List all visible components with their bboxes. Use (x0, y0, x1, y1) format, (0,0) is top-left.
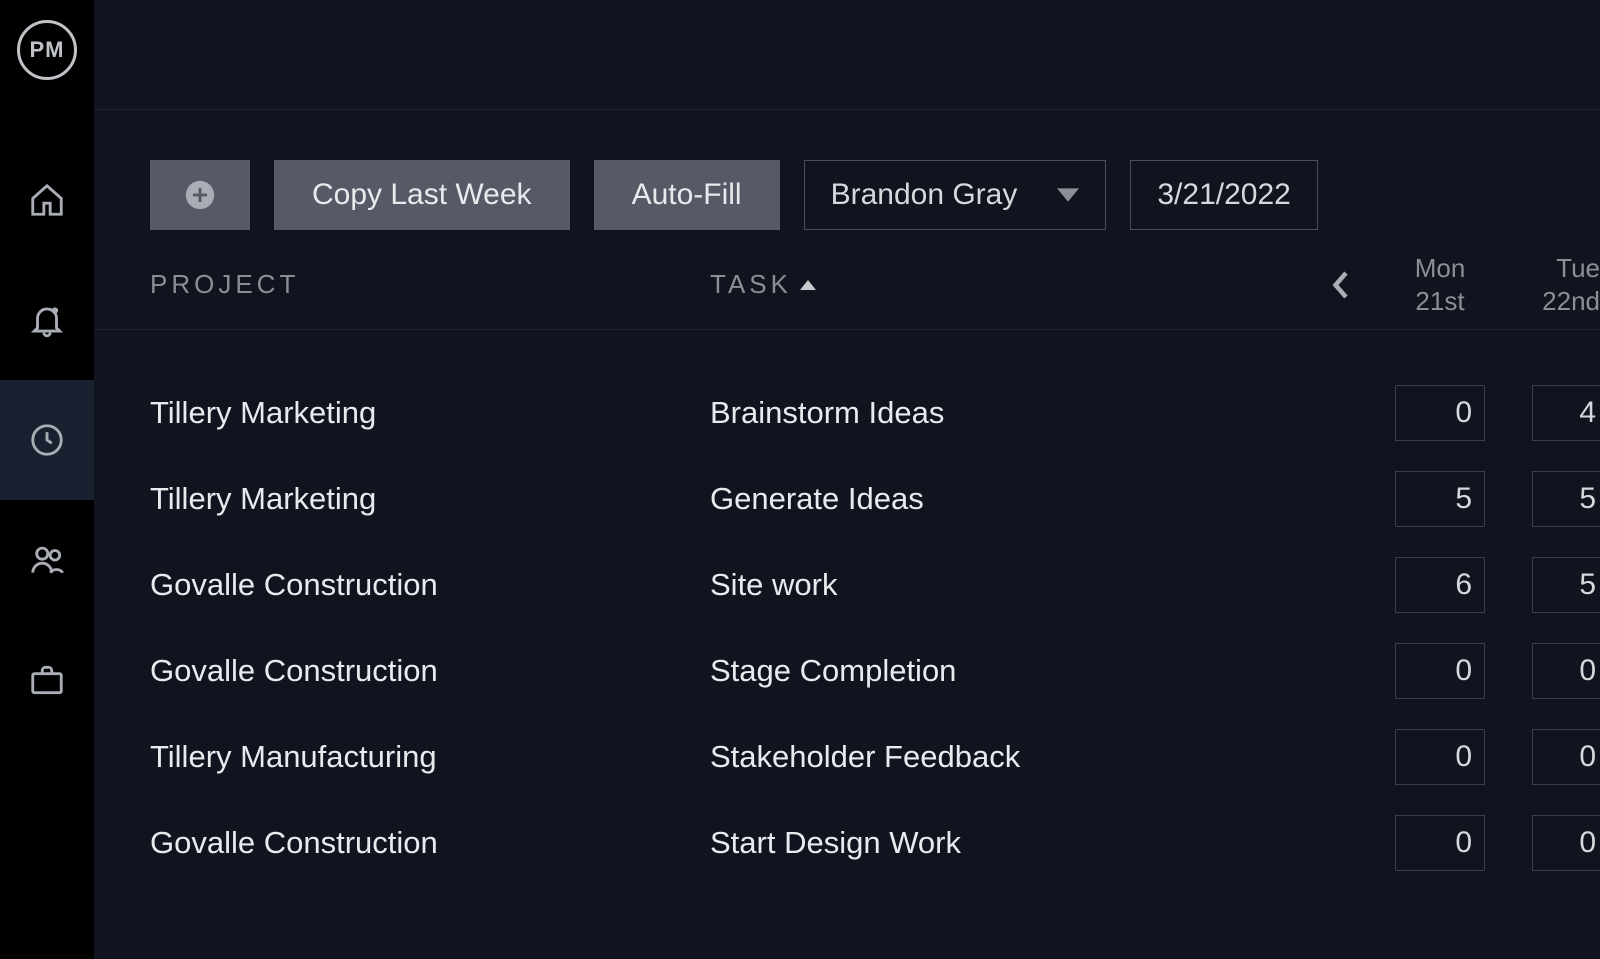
cell-project: Tillery Manufacturing (150, 739, 710, 775)
copy-last-week-button[interactable]: Copy Last Week (274, 160, 570, 230)
add-row-button[interactable] (150, 160, 250, 230)
nav-people[interactable] (0, 500, 94, 620)
topbar (94, 0, 1600, 110)
hours-input-mon[interactable]: 0 (1395, 643, 1485, 699)
hours-input-mon[interactable]: 0 (1395, 729, 1485, 785)
hours-input-tue[interactable]: 0 (1532, 815, 1600, 871)
column-task-label: TASK (710, 269, 792, 300)
table-header: PROJECT TASK Mon 21st Tue 22nd (94, 240, 1600, 330)
hours-input-mon[interactable]: 6 (1395, 557, 1485, 613)
bell-icon (28, 301, 66, 339)
cell-task: Generate Ideas (710, 481, 1310, 517)
cell-project: Govalle Construction (150, 653, 710, 689)
clock-icon (28, 421, 66, 459)
hours-input-tue[interactable]: 4 (1532, 385, 1600, 441)
cell-task: Brainstorm Ideas (710, 395, 1310, 431)
table-row: Govalle ConstructionSite work 65 (150, 542, 1600, 628)
main-content: Copy Last Week Auto-Fill Brandon Gray 3/… (94, 0, 1600, 959)
hours-input-mon[interactable]: 0 (1395, 385, 1485, 441)
toolbar: Copy Last Week Auto-Fill Brandon Gray 3/… (94, 110, 1600, 230)
cell-task: Start Design Work (710, 825, 1310, 861)
prev-week-button[interactable] (1310, 270, 1370, 300)
column-task[interactable]: TASK (710, 269, 1310, 300)
table-row: Tillery MarketingBrainstorm Ideas 04 (150, 370, 1600, 456)
home-icon (28, 181, 66, 219)
nav-timesheet[interactable] (0, 380, 94, 500)
user-select-value: Brandon Gray (831, 178, 1018, 212)
chevron-left-icon (1330, 270, 1350, 300)
sort-asc-icon (800, 280, 816, 290)
table-row: Govalle ConstructionStage Completion 00 (150, 628, 1600, 714)
hours-input-tue[interactable]: 5 (1532, 557, 1600, 613)
hours-input-tue[interactable]: 0 (1532, 643, 1600, 699)
chevron-down-icon (1057, 188, 1079, 202)
cell-task: Stakeholder Feedback (710, 739, 1310, 775)
briefcase-icon (28, 661, 66, 699)
hours-input-tue[interactable]: 0 (1532, 729, 1600, 785)
week-date-picker[interactable]: 3/21/2022 (1130, 160, 1317, 230)
column-day-mon: Mon 21st (1370, 252, 1510, 317)
cell-project: Govalle Construction (150, 567, 710, 603)
people-icon (28, 541, 66, 579)
hours-input-mon[interactable]: 0 (1395, 815, 1485, 871)
hours-input-mon[interactable]: 5 (1395, 471, 1485, 527)
user-select[interactable]: Brandon Gray (804, 160, 1107, 230)
column-day-tue: Tue 22nd (1510, 252, 1600, 317)
cell-task: Stage Completion (710, 653, 1310, 689)
auto-fill-button[interactable]: Auto-Fill (594, 160, 780, 230)
nav-notifications[interactable] (0, 260, 94, 380)
cell-project: Tillery Marketing (150, 481, 710, 517)
hours-input-tue[interactable]: 5 (1532, 471, 1600, 527)
logo: PM (17, 20, 77, 80)
cell-project: Tillery Marketing (150, 395, 710, 431)
nav-home[interactable] (0, 140, 94, 260)
table-row: Tillery MarketingGenerate Ideas 55 (150, 456, 1600, 542)
cell-project: Govalle Construction (150, 825, 710, 861)
table-row: Tillery ManufacturingStakeholder Feedbac… (150, 714, 1600, 800)
table-row: Govalle ConstructionStart Design Work 00 (150, 800, 1600, 886)
nav-briefcase[interactable] (0, 620, 94, 740)
sidebar: PM (0, 0, 94, 959)
table-body: Tillery MarketingBrainstorm Ideas04Tille… (94, 330, 1600, 886)
plus-circle-icon (183, 178, 217, 212)
timesheet-table: PROJECT TASK Mon 21st Tue 22nd Tillery M… (94, 230, 1600, 959)
cell-task: Site work (710, 567, 1310, 603)
week-date-value: 3/21/2022 (1157, 178, 1290, 212)
column-project[interactable]: PROJECT (150, 269, 710, 300)
